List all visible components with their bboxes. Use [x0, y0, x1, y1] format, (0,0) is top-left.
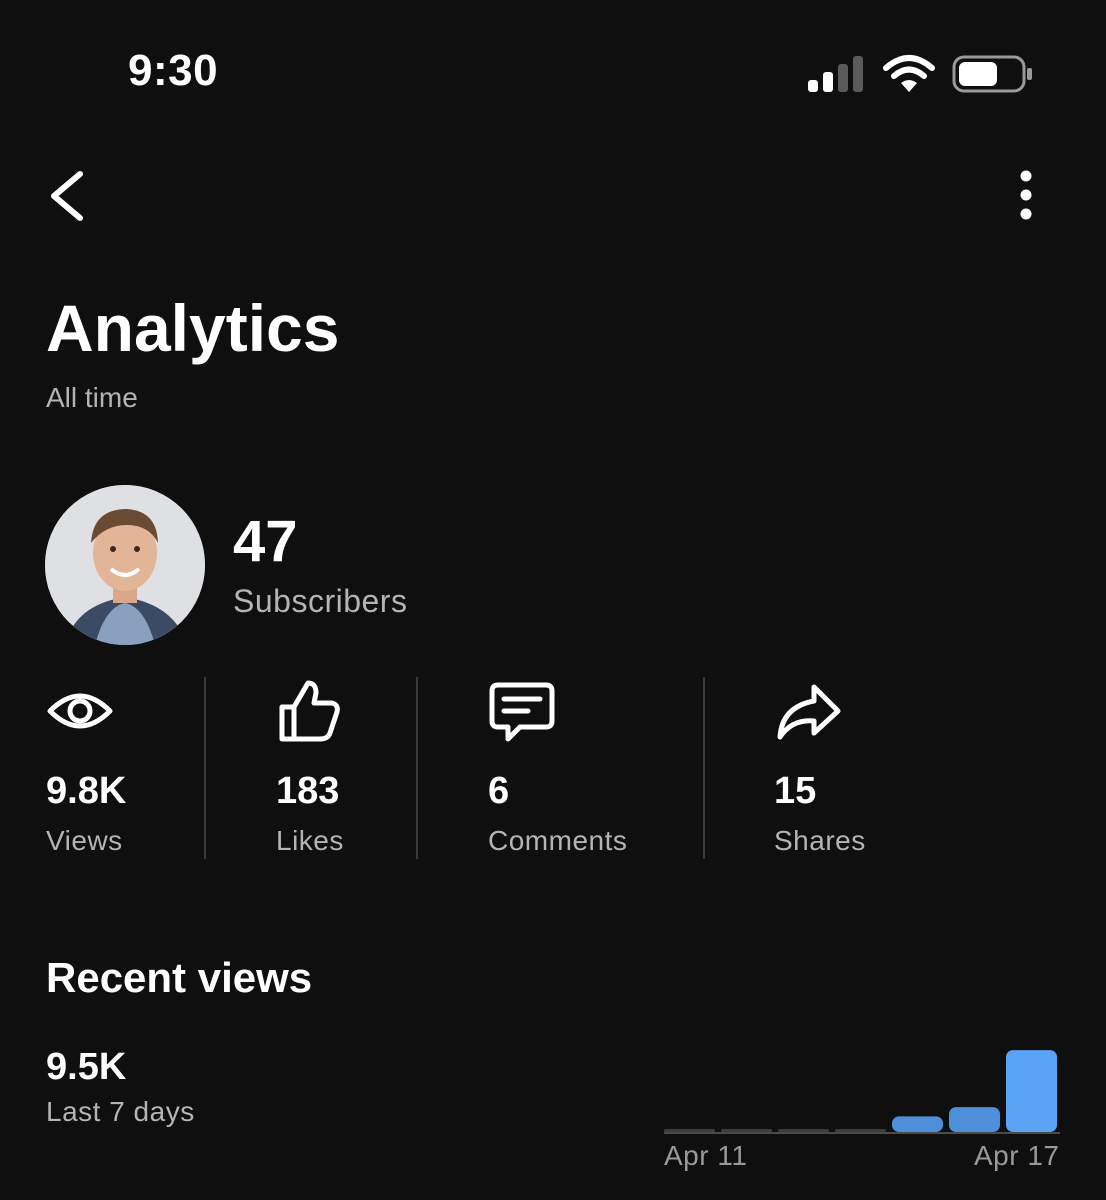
stat-views[interactable]: 9.8K Views	[46, 677, 196, 859]
stat-label: Likes	[276, 825, 344, 856]
status-time: 9:30	[128, 46, 219, 95]
chart-bar-apr-11	[664, 1129, 715, 1132]
thumbs-up-icon	[279, 680, 340, 742]
divider	[204, 677, 206, 859]
subscribers-label: Subscribers	[233, 583, 408, 619]
x-tick-label-last: Apr 17	[974, 1140, 1060, 1171]
back-chevron-icon[interactable]	[44, 170, 88, 222]
stat-shares[interactable]: 15 Shares	[774, 677, 924, 859]
chart-bar-apr-13	[778, 1129, 829, 1132]
page-title: Analytics	[46, 291, 340, 365]
cellular-signal-icon	[808, 56, 863, 92]
recent-views-title: Recent views	[46, 954, 313, 1001]
recent-views-value: 9.5K	[46, 1046, 127, 1088]
eye-icon	[47, 693, 113, 729]
chart-bar-apr-12	[721, 1129, 772, 1132]
stat-likes[interactable]: 183 Likes	[276, 677, 406, 859]
wifi-icon	[883, 55, 935, 92]
chart-bar-apr-15	[892, 1116, 943, 1132]
recent-views-chart[interactable]	[660, 1030, 1064, 1140]
avatar-photo	[45, 485, 205, 645]
divider	[416, 677, 418, 859]
stat-value: 9.8K	[46, 770, 127, 812]
more-vertical-icon[interactable]	[1006, 168, 1046, 224]
avatar[interactable]	[45, 485, 205, 645]
x-tick-label-first: Apr 11	[664, 1140, 748, 1171]
chart-bar-apr-17	[1006, 1050, 1057, 1132]
stat-value: 15	[774, 770, 817, 812]
stat-label: Comments	[488, 825, 628, 856]
stat-value: 6	[488, 770, 510, 812]
chart-bar-apr-16	[949, 1107, 1000, 1132]
battery-icon	[952, 55, 1032, 93]
subscribers-count: 47	[233, 509, 298, 574]
recent-views-period: Last 7 days	[46, 1096, 195, 1127]
stat-value: 183	[276, 770, 340, 812]
stat-label: Views	[46, 825, 123, 856]
stat-comments[interactable]: 6 Comments	[488, 677, 688, 859]
page-subtitle: All time	[46, 382, 138, 413]
chart-bar-apr-14	[835, 1129, 886, 1132]
comment-icon	[489, 682, 555, 742]
share-arrow-icon	[777, 684, 841, 740]
stat-label: Shares	[774, 825, 866, 856]
divider	[703, 677, 705, 859]
